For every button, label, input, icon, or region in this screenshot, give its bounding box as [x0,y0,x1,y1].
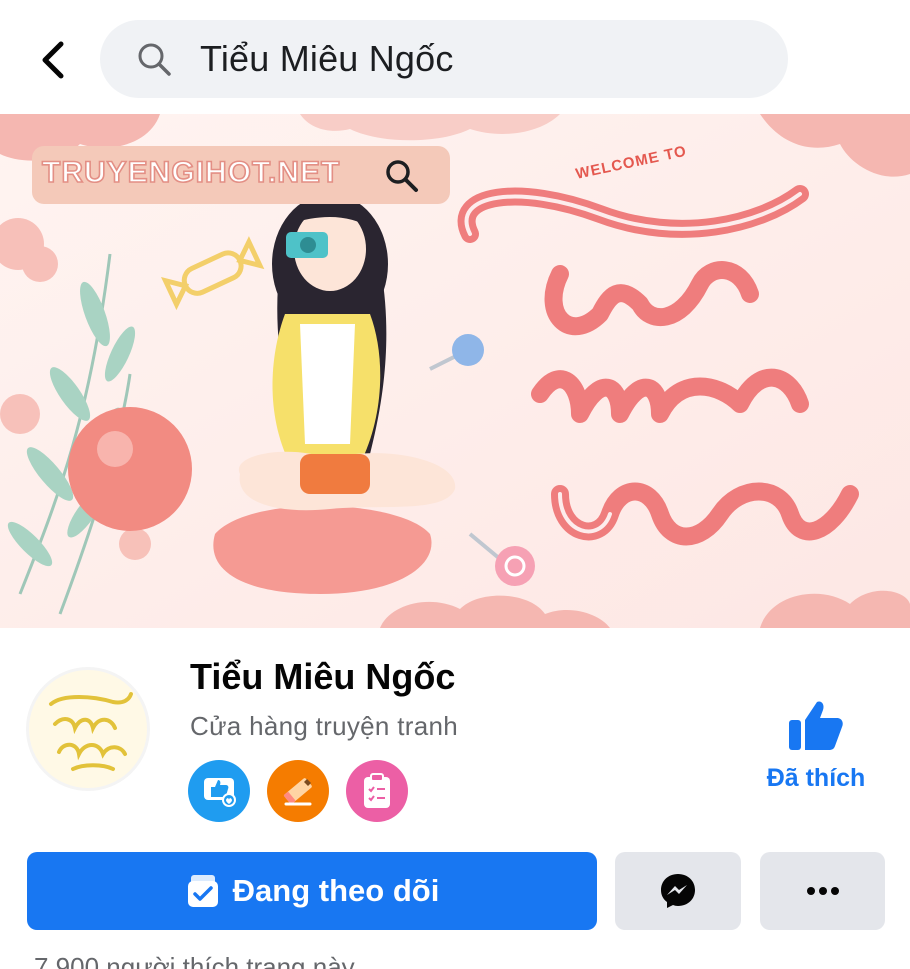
more-button[interactable] [760,852,885,930]
cover-photo[interactable]: TRUYENGIHOT.NET WELCOME TO [0,114,910,628]
page-title: Tiểu Miêu Ngốc [190,656,456,697]
like-badge-icon[interactable] [188,760,250,822]
cover-site-label: TRUYENGIHOT.NET [41,155,341,190]
cover-search-icon [384,158,420,194]
clipboard-badge-icon[interactable] [346,760,408,822]
more-icon [806,887,839,895]
likes-count-text: 7.900 người thích trang này [34,952,355,969]
chevron-left-icon [42,41,64,79]
messenger-icon [661,874,695,908]
following-button[interactable]: Đang theo dõi [27,852,597,930]
liked-button[interactable]: Đã thích [760,696,872,793]
liked-label: Đã thích [766,764,866,792]
avatar[interactable] [26,667,150,791]
pencil-badge-icon[interactable] [267,760,329,822]
back-button[interactable] [30,36,74,84]
search-icon [134,39,174,79]
top-bar: Tiểu Miêu Ngốc [0,0,910,112]
badge-list [188,760,408,822]
following-check-icon [185,873,221,909]
search-query: Tiểu Miêu Ngốc [200,38,454,79]
page-category: Cửa hàng truyện tranh [190,711,458,741]
messenger-button[interactable] [615,852,741,930]
following-label: Đang theo dõi [232,873,440,908]
search-bar[interactable]: Tiểu Miêu Ngốc [100,20,788,98]
thumbs-up-icon [789,701,843,750]
